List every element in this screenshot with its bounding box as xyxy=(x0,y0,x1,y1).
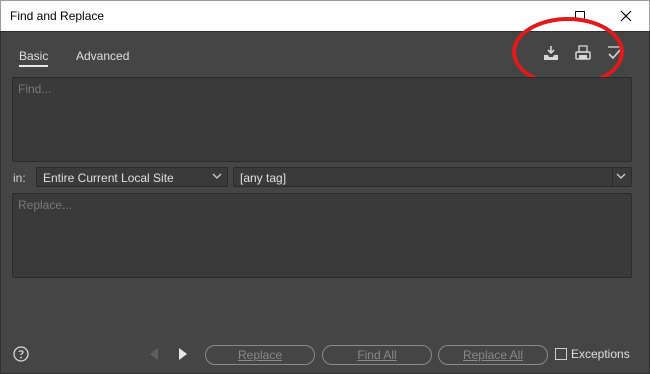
in-label: in: xyxy=(13,171,26,185)
previous-arrow-icon[interactable] xyxy=(148,347,160,366)
scope-select-value: Entire Current Local Site xyxy=(43,171,174,185)
replace-all-button[interactable]: Replace All xyxy=(438,345,548,365)
dialog-panel: Basic Advanced Find... in: Entire Curren… xyxy=(0,17,650,374)
window-title: Find and Replace xyxy=(10,9,105,23)
help-icon[interactable] xyxy=(13,346,29,367)
chevron-down-icon xyxy=(616,173,626,179)
exceptions-checkbox[interactable] xyxy=(555,348,567,360)
exceptions-label: Exceptions xyxy=(571,347,630,361)
replace-all-button-label: Replace All xyxy=(462,348,524,362)
find-all-button-label: Find All xyxy=(357,348,397,362)
replace-button-label: Replace xyxy=(237,348,283,362)
replace-input[interactable]: Replace... xyxy=(12,193,632,278)
close-button[interactable] xyxy=(603,1,649,31)
find-input[interactable]: Find... xyxy=(12,77,632,162)
tag-select[interactable]: [any tag] xyxy=(233,167,632,187)
exceptions-option[interactable]: Exceptions xyxy=(555,347,630,361)
chevron-down-icon xyxy=(212,173,222,179)
select-divider xyxy=(612,168,613,186)
close-icon xyxy=(620,10,632,22)
scope-select[interactable]: Entire Current Local Site xyxy=(36,167,228,187)
tab-advanced[interactable]: Advanced xyxy=(76,49,129,63)
tab-basic[interactable]: Basic xyxy=(19,49,49,67)
tag-select-value: [any tag] xyxy=(240,171,287,185)
next-arrow-icon[interactable] xyxy=(177,347,189,366)
find-all-button[interactable]: Find All xyxy=(322,345,432,365)
replace-button[interactable]: Replace xyxy=(205,345,315,365)
